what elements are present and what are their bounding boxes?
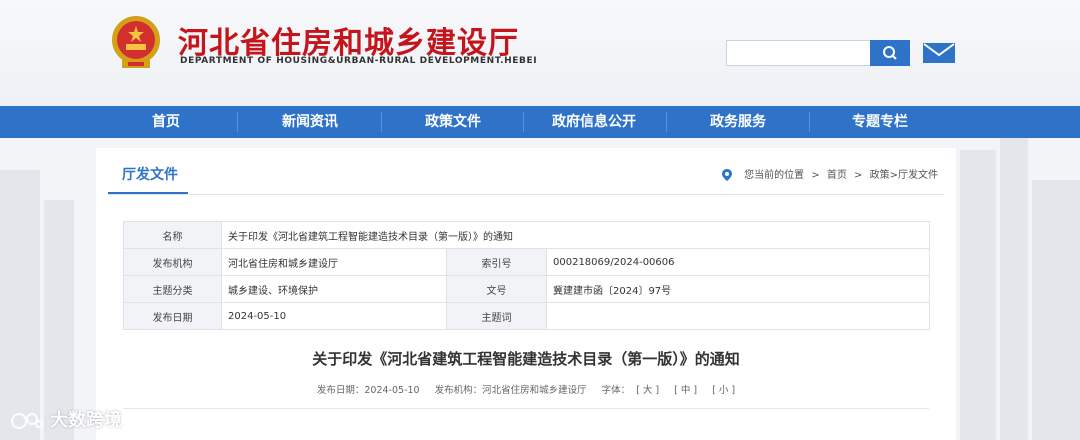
nav-item-home[interactable]: 首页 (110, 106, 222, 138)
search-input[interactable] (726, 40, 870, 66)
table-row: 发布机构 河北省住房和城乡建设厅 索引号 000218069/2024-0060… (123, 248, 931, 276)
mail-icon (923, 43, 955, 63)
document-meta-table: 名称 关于印发《河北省建筑工程智能建造技术目录（第一版）》的通知 发布机构 河北… (123, 221, 931, 330)
search-button[interactable] (870, 40, 910, 66)
name-value: 关于印发《河北省建筑工程智能建造技术目录（第一版）》的通知 (220, 221, 931, 249)
nav-divider (666, 112, 667, 132)
nav-item-topics[interactable]: 专题专栏 (824, 106, 936, 138)
article-title: 关于印发《河北省建筑工程智能建造技术目录（第一版）》的通知 (312, 350, 740, 368)
article-date: 发布日期：2024-05-10 (316, 385, 420, 396)
site-header: 河北省住房和城乡建设厅 DEPARTMENT OF HOUSING&URBAN-… (0, 0, 1080, 106)
breadcrumb-current[interactable]: 政策>厅发文件 (870, 170, 938, 181)
nav-item-news[interactable]: 新闻资讯 (254, 106, 366, 138)
topic-label: 主题分类 (123, 275, 222, 303)
font-size-label: 字体： (601, 385, 631, 396)
index-label: 索引号 (446, 248, 547, 276)
table-row: 主题分类 城乡建设、环境保护 文号 冀建建市函〔2024〕97号 (123, 275, 931, 303)
nav-divider (523, 112, 524, 132)
watermark-logo-icon (11, 413, 43, 429)
nav-divider (381, 112, 382, 132)
national-emblem-icon (112, 16, 160, 68)
article-meta: 发布日期：2024-05-10 发布机构：河北省住房和城乡建设厅 字体： [ 大 … (96, 382, 956, 396)
org-value: 河北省住房和城乡建设厅 (221, 248, 447, 276)
article-divider (123, 408, 929, 409)
docno-value: 冀建建市函〔2024〕97号 (545, 275, 931, 303)
nav-item-services[interactable]: 政务服务 (682, 106, 794, 138)
watermark-text: 大数跨境 (50, 410, 122, 431)
search-icon (883, 46, 897, 60)
date-value: 2024-05-10 (221, 302, 447, 330)
org-label: 发布机构 (123, 248, 222, 276)
site-subtitle: DEPARTMENT OF HOUSING&URBAN-RURAL DEVELO… (180, 56, 538, 66)
keyword-label: 主题词 (446, 302, 547, 330)
nav-divider (809, 112, 810, 132)
breadcrumb-prefix: 您当前的位置 (744, 170, 805, 181)
date-label: 发布日期 (123, 302, 222, 330)
nav-divider (237, 112, 238, 132)
breadcrumb-separator: > (811, 170, 820, 181)
docno-label: 文号 (446, 275, 547, 303)
main-nav: 首页 新闻资讯 政策文件 政府信息公开 政务服务 专题专栏 (0, 106, 1080, 138)
mail-button[interactable] (922, 40, 956, 66)
location-pin-icon (722, 169, 733, 181)
index-value: 000218069/2024-00606 (545, 248, 931, 276)
nav-item-policy[interactable]: 政策文件 (397, 106, 509, 138)
keyword-value (545, 302, 931, 330)
nav-item-gov-info[interactable]: 政府信息公开 (538, 106, 650, 138)
table-row: 名称 关于印发《河北省建筑工程智能建造技术目录（第一版）》的通知 (123, 221, 931, 249)
table-row: 发布日期 2024-05-10 主题词 (123, 302, 931, 330)
topic-value: 城乡建设、环境保护 (221, 275, 447, 303)
font-size-small-button[interactable]: [ 小 ] (712, 385, 735, 396)
watermark: 大数跨境 (10, 406, 122, 432)
font-size-medium-button[interactable]: [ 中 ] (674, 385, 697, 396)
section-divider (108, 194, 944, 195)
name-label: 名称 (123, 221, 222, 249)
breadcrumb-separator: > (854, 170, 863, 181)
breadcrumb-home[interactable]: 首页 (827, 170, 847, 181)
content-panel: 厅发文件 您当前的位置 > 首页 > 政策>厅发文件 名称 关于印发《河北省建筑… (96, 148, 956, 440)
article-org: 发布机构：河北省住房和城乡建设厅 (434, 385, 587, 396)
breadcrumb: 您当前的位置 > 首页 > 政策>厅发文件 (722, 166, 938, 181)
font-size-large-button[interactable]: [ 大 ] (636, 385, 659, 396)
section-tab[interactable]: 厅发文件 (122, 164, 178, 184)
